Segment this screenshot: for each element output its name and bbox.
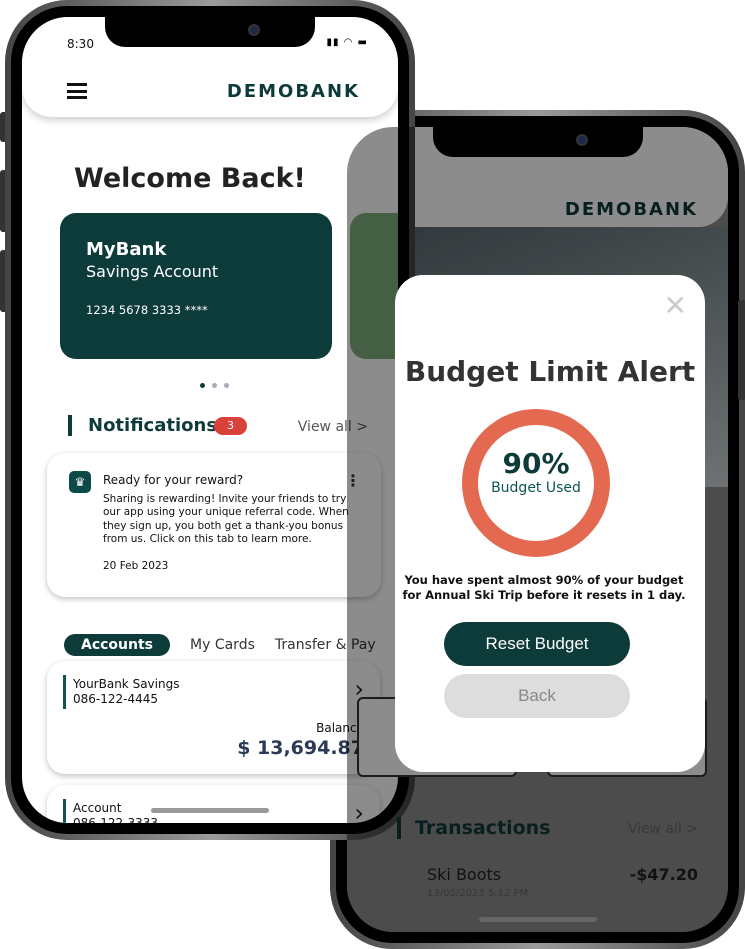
brand-logo: DEMOBANK [226, 81, 360, 102]
tab-my-cards[interactable]: My Cards [190, 637, 255, 653]
card-bank: MyBank [86, 239, 167, 260]
camera-icon [248, 24, 260, 36]
back-phone: DEMOBANK Transactions View all > Ski Boo… [330, 110, 745, 949]
account-tabs: Accounts My Cards Transfer & Pay [64, 634, 376, 656]
notification-date: 20 Feb 2023 [103, 560, 169, 573]
home-indicator [478, 917, 597, 922]
modal-message: You have spent almost 90% of your budget… [402, 573, 686, 602]
front-phone-screen: 8:30 ▮▮ ◠ ▬ DEMOBANK Welcome Back! MyBan… [22, 17, 398, 823]
budget-alert-modal: ✕ Budget Limit Alert 90% Budget Used You… [395, 275, 705, 772]
back-phone-screen: DEMOBANK Transactions View all > Ski Boo… [347, 127, 728, 932]
tab-accounts[interactable]: Accounts [64, 634, 171, 656]
notification-body: Sharing is rewarding! Invite your friend… [103, 493, 349, 545]
balance-value: $ 13,694.87 [237, 737, 364, 759]
account-name: YourBank Savings [73, 677, 180, 691]
notifications-badge: 3 [214, 417, 247, 435]
reset-budget-button[interactable]: Reset Budget [444, 622, 630, 666]
account-number: 086-122-3333 [73, 816, 159, 823]
menu-icon[interactable] [67, 83, 87, 99]
side-button [738, 300, 745, 400]
status-icons: ▮▮ ◠ ▬ [326, 37, 368, 48]
card-type: Savings Account [86, 262, 219, 281]
modal-title: Budget Limit Alert [404, 355, 696, 388]
back-button[interactable]: Back [444, 674, 630, 718]
card-number: 1234 5678 3333 **** [86, 303, 208, 317]
welcome-heading: Welcome Back! [74, 163, 306, 194]
status-time: 8:30 [67, 37, 94, 51]
account-item[interactable]: Account 086-122-3333 › [47, 785, 380, 823]
account-number: 086-122-4445 [73, 692, 159, 706]
account-card[interactable]: MyBank Savings Account 1234 5678 3333 **… [60, 213, 332, 359]
home-indicator [151, 808, 269, 813]
notification-title: Ready for your reward? [103, 473, 244, 487]
close-icon[interactable]: ✕ [664, 289, 687, 322]
account-item[interactable]: YourBank Savings 086-122-4445 › Balance … [47, 661, 380, 774]
camera-icon [575, 134, 588, 146]
carousel-dots[interactable] [200, 383, 229, 388]
budget-progress-ring: 90% Budget Used [462, 409, 610, 557]
budget-percent: 90% [502, 447, 570, 480]
budget-percent-label: Budget Used [491, 480, 581, 496]
crown-icon: ♛ [69, 471, 91, 493]
notifications-header: Notifications 3 View all > [68, 415, 368, 436]
notification-card[interactable]: ♛ ⋮ Ready for your reward? Sharing is re… [47, 453, 381, 597]
